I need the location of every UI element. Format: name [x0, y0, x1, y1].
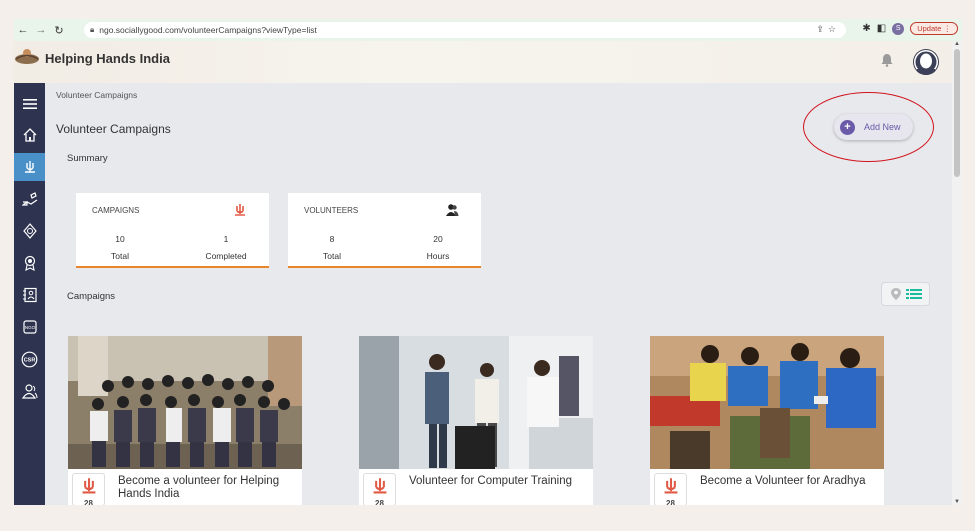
user-avatar[interactable]	[913, 49, 939, 75]
stat-value: 20	[433, 234, 443, 244]
campaign-title[interactable]: Volunteer for Computer Training	[409, 475, 589, 488]
stat-label: Completed	[205, 251, 247, 261]
volunteer-hands-icon	[82, 478, 95, 494]
menu-hamburger-icon[interactable]	[14, 90, 45, 118]
main-content: Volunteer Campaigns Volunteer Campaigns …	[45, 83, 952, 505]
campaign-logo: 28	[72, 473, 105, 505]
scroll-down-arrow-icon[interactable]: ▼	[954, 499, 960, 505]
app-header: Helping Hands India	[14, 41, 962, 83]
scroll-up-arrow-icon[interactable]: ▲	[954, 41, 960, 47]
card-heading: VOLUNTEERS	[304, 206, 359, 215]
extensions-icon[interactable]: ✱	[862, 23, 870, 34]
browser-toolbar: ← → ↻ 🔒︎ ngo.sociallygood.com/volunteerC…	[14, 19, 962, 41]
campaign-date: 28	[84, 499, 93, 505]
volunteers-hours-stat: 20 Hours	[398, 231, 478, 265]
list-view-icon[interactable]	[905, 288, 922, 300]
stat-label: Total	[323, 251, 341, 261]
page-title: Volunteer Campaigns	[56, 122, 171, 136]
campaigns-total-stat: 10 Total	[80, 231, 160, 265]
card-heading: CAMPAIGNS	[92, 206, 140, 215]
stat-value: 1	[223, 234, 229, 244]
campaigns-heading: Campaigns	[67, 291, 116, 302]
summary-heading: Summary	[67, 153, 108, 164]
campaign-logo: 28	[363, 473, 396, 505]
ngo-building-icon[interactable]: NGO	[14, 313, 45, 341]
volunteer-hands-icon	[24, 161, 35, 173]
stat-value: 10	[115, 234, 125, 244]
volunteers-summary-card: VOLUNTEERS 8 Total 20 Hours	[288, 193, 481, 268]
volunteer-hands-icon	[235, 204, 245, 216]
url-text: ngo.sociallygood.com/volunteerCampaigns?…	[99, 25, 317, 35]
csr-icon[interactable]: CSR	[14, 345, 45, 373]
award-medal-icon[interactable]	[14, 249, 45, 277]
people-icon	[446, 204, 459, 216]
campaign-photo[interactable]	[68, 336, 302, 469]
campaign-photo[interactable]	[359, 336, 593, 469]
browser-window: ← → ↻ 🔒︎ ngo.sociallygood.com/volunteerC…	[14, 19, 962, 505]
volunteer-hands-icon	[373, 478, 386, 494]
org-name[interactable]: Helping Hands India	[45, 51, 170, 66]
campaign-date: 28	[666, 499, 675, 505]
breadcrumb[interactable]: Volunteer Campaigns	[56, 90, 137, 100]
update-label: Update	[917, 24, 942, 33]
sidebar: NGO CSR	[14, 83, 45, 505]
org-logo[interactable]	[14, 47, 40, 67]
campaign-card[interactable]: 28 Become a volunteer for Helping Hands …	[68, 336, 302, 505]
reload-icon[interactable]: ↻	[50, 24, 68, 37]
volunteers-total-stat: 8 Total	[292, 231, 372, 265]
profile-icon[interactable]: S	[892, 22, 905, 35]
sidepanel-icon[interactable]: ◧	[877, 23, 886, 34]
back-arrow-icon[interactable]: ←	[14, 24, 32, 36]
stat-label: Hours	[426, 251, 450, 261]
scroll-thumb[interactable]	[954, 49, 960, 177]
page-scrollbar[interactable]: ▲ ▼	[952, 41, 962, 505]
campaign-title[interactable]: Become a Volunteer for Aradhya	[700, 475, 880, 488]
forward-arrow-icon[interactable]: →	[32, 24, 50, 36]
campaign-date: 28	[375, 499, 384, 505]
badge-shield-icon[interactable]	[14, 217, 45, 245]
volunteer-hands-icon	[664, 478, 677, 494]
browser-actions: ✱ ◧ S Update ⋮	[862, 22, 958, 35]
share-star-icons[interactable]: ⇪☆	[816, 24, 840, 35]
campaign-logo: 28	[654, 473, 687, 505]
view-toggle[interactable]	[881, 282, 930, 306]
campaigns-summary-card: CAMPAIGNS 10 Total 1 Completed	[76, 193, 269, 268]
campaign-title[interactable]: Become a volunteer for Helping Hands Ind…	[118, 475, 298, 501]
campaigns-completed-stat: 1 Completed	[186, 231, 266, 265]
address-bar[interactable]: 🔒︎ ngo.sociallygood.com/volunteerCampaig…	[84, 22, 846, 38]
lock-icon: 🔒︎	[90, 25, 95, 34]
annotation-circle	[803, 92, 934, 162]
stat-label: Total	[111, 251, 129, 261]
notification-bell-icon[interactable]	[880, 53, 894, 67]
campaign-photo[interactable]	[650, 336, 884, 469]
update-button[interactable]: Update ⋮	[910, 22, 958, 35]
sidebar-item-volunteer-campaigns[interactable]	[14, 153, 45, 181]
home-icon[interactable]	[14, 121, 45, 149]
stat-value: 8	[329, 234, 335, 244]
svg-text:CSR: CSR	[24, 357, 36, 363]
svg-text:NGO: NGO	[24, 325, 35, 330]
campaign-card[interactable]: 28 Volunteer for Computer Training	[359, 336, 593, 505]
users-group-icon[interactable]	[14, 377, 45, 405]
map-pin-icon[interactable]	[890, 287, 902, 301]
contacts-book-icon[interactable]	[14, 281, 45, 309]
campaign-card[interactable]: 28 Become a Volunteer for Aradhya	[650, 336, 884, 505]
donation-hand-icon[interactable]	[14, 185, 45, 213]
